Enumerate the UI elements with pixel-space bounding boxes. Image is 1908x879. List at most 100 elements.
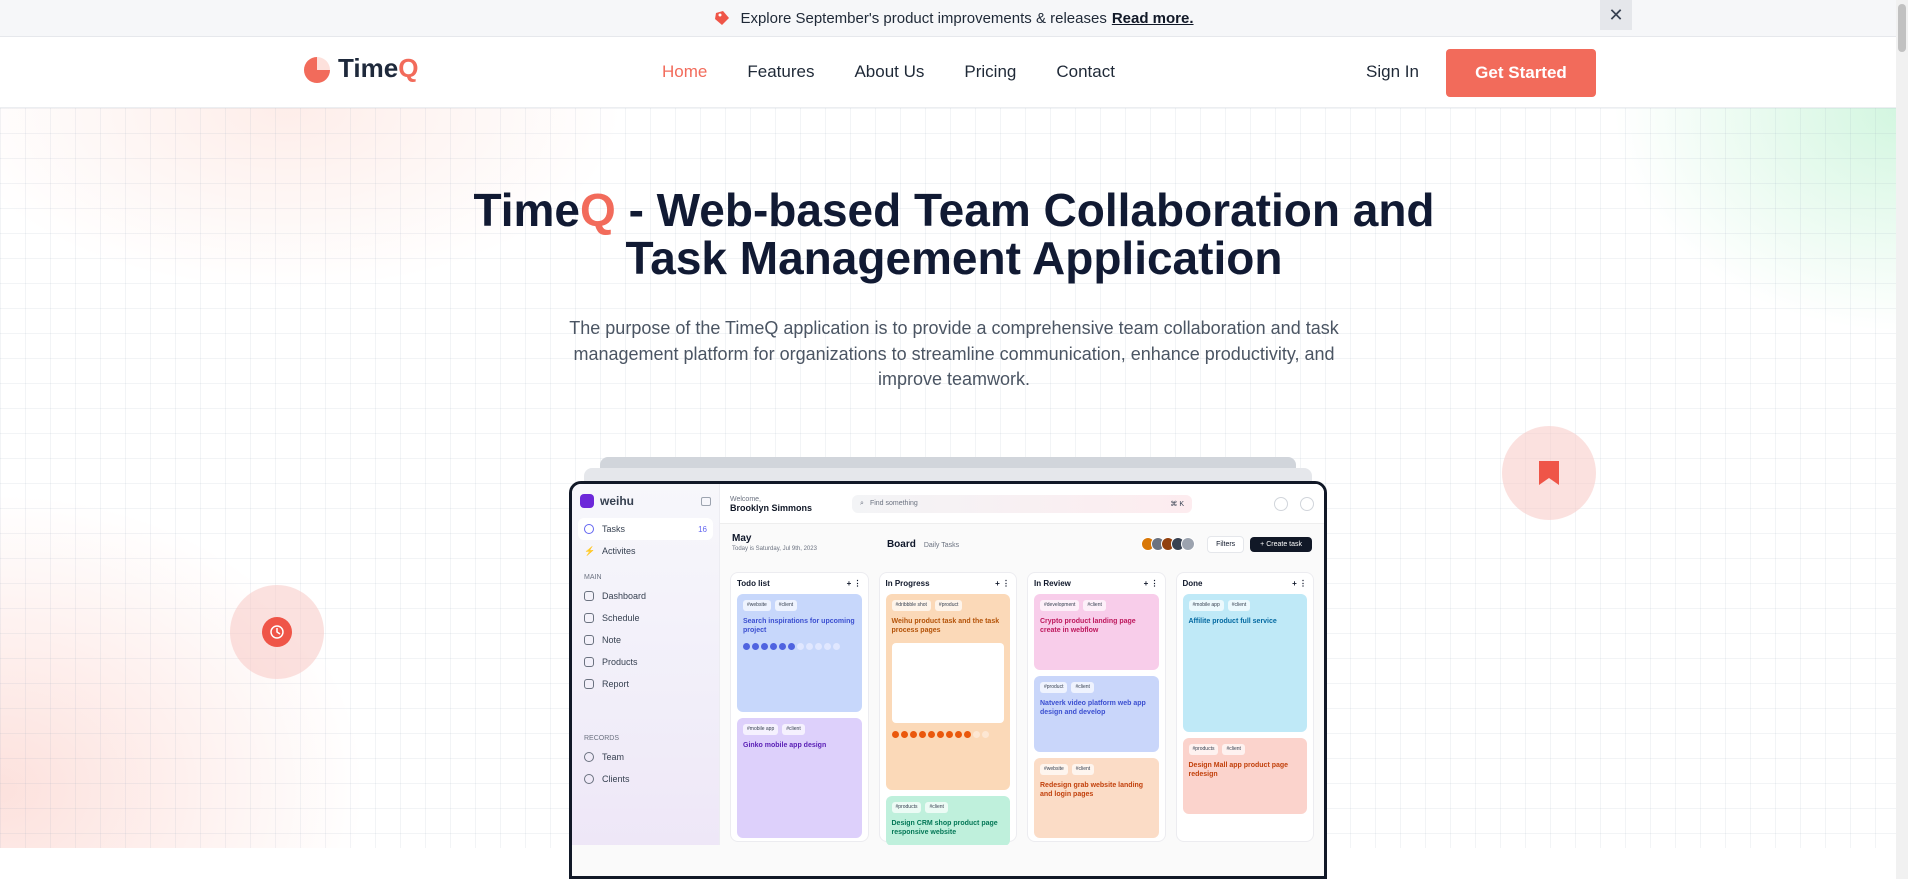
preview-sidebar-label: Note xyxy=(602,635,622,645)
board-column: Todo list + ⋮ #website #client Search insp… xyxy=(730,572,869,842)
search-icon: ⌕ xyxy=(860,499,864,507)
preview-sidebar-section-records: RECORDS xyxy=(584,735,620,742)
preview-sidebar-label: Schedule xyxy=(602,613,640,623)
weihu-logo-icon xyxy=(580,494,594,508)
brand-logo[interactable]: Time Q xyxy=(302,53,418,84)
card-title: Weihu product task and the task process … xyxy=(891,618,1000,634)
preview-sidebar-item-activites: ⚡ Activites xyxy=(572,540,719,562)
card-title: Redesign grab website landing and login … xyxy=(1040,782,1144,798)
card-tag: #dribbble shot xyxy=(891,600,931,611)
page-scrollbar[interactable] xyxy=(1896,0,1908,879)
check-circle-icon xyxy=(584,524,594,534)
card-tag: #product xyxy=(1040,682,1068,693)
hero-subtitle: The purpose of the TimeQ application is … xyxy=(569,318,1339,389)
preview-avatars xyxy=(1141,537,1196,551)
nav-home[interactable]: Home xyxy=(662,62,707,82)
preview-sidebar-label: Report xyxy=(602,679,630,689)
column-title: In Progress xyxy=(885,579,930,588)
note-icon xyxy=(584,635,594,645)
lightning-icon: ⚡ xyxy=(584,546,596,556)
card-tag: #product xyxy=(934,600,963,611)
avatar xyxy=(1181,537,1196,551)
collapse-sidebar-icon xyxy=(701,496,711,506)
sign-in-link[interactable]: Sign In xyxy=(1366,62,1419,82)
preview-create-task-button: + Create task xyxy=(1250,536,1312,552)
board-column: Done + ⋮ #mobile app #client Affilite prod… xyxy=(1175,572,1314,842)
announcement-text: Explore September's product improvements… xyxy=(740,9,1107,27)
card-tag: #website xyxy=(743,600,771,611)
card-title: Natverk video platform web app design an… xyxy=(1040,700,1146,716)
preview-sidebar-item-products: Products xyxy=(572,651,719,673)
board-column: In Review + ⋮ #development #client Crypto … xyxy=(1027,572,1166,842)
task-card: #website #client Redesign grab website la… xyxy=(1034,758,1159,838)
clock-icon xyxy=(262,617,292,647)
column-actions-icon: + ⋮ xyxy=(846,579,862,588)
nav-menu: Home Features About Us Pricing Contact xyxy=(662,62,1115,82)
task-card: #products #client Design CRM shop product… xyxy=(885,796,1010,846)
card-tag: #client xyxy=(1071,764,1095,775)
hero-title-line2: Task Management Application xyxy=(625,232,1283,284)
column-header: Done + ⋮ xyxy=(1183,579,1308,594)
close-announcement-button[interactable]: ✕ xyxy=(1600,0,1632,30)
hero-title: TimeQ - Web-based Team Collaboration and… xyxy=(354,186,1554,282)
preview-board-title: Board Daily Tasks xyxy=(887,539,959,550)
preview-tasks-count: 16 xyxy=(698,524,707,534)
preview-month: May Today is Saturday, Jul 9th, 2023 xyxy=(732,533,817,555)
announcement-bar: Explore September's product improvements… xyxy=(0,0,1908,37)
card-tag: #products xyxy=(891,802,922,813)
nav-features[interactable]: Features xyxy=(747,62,814,82)
column-header: In Progress + ⋮ xyxy=(886,579,1011,594)
brand-name: Time xyxy=(338,53,399,83)
column-header: In Review + ⋮ xyxy=(1034,579,1159,594)
card-tag: #client xyxy=(1083,600,1106,611)
preview-filters-button: Filters xyxy=(1207,535,1245,553)
preview-board-view: Daily Tasks xyxy=(923,541,960,549)
column-actions-icon: + ⋮ xyxy=(995,579,1010,588)
card-title: Search inspirations for upcoming project xyxy=(743,618,855,634)
preview-brand-name: weihu xyxy=(600,494,635,508)
hero-title-brand: Time xyxy=(473,184,581,236)
nav-contact[interactable]: Contact xyxy=(1056,62,1115,82)
task-card: #dribbble shot #product Weihu product tas… xyxy=(885,594,1010,790)
card-title: Ginko mobile app design xyxy=(743,742,827,749)
preview-sidebar-item-schedule: Schedule xyxy=(572,607,719,629)
hero-title-q: Q xyxy=(580,184,616,236)
clock-bubble xyxy=(230,585,324,679)
preview-sidebar-item-report: Report xyxy=(572,673,719,695)
nav-about-us[interactable]: About Us xyxy=(854,62,924,82)
nav-pricing[interactable]: Pricing xyxy=(964,62,1016,82)
brand-q: Q xyxy=(398,53,419,83)
task-card: #development #client Crypto product landi… xyxy=(1034,594,1159,670)
preview-sidebar-label: Clients xyxy=(602,774,630,784)
card-tag: #client xyxy=(925,802,948,813)
main-navbar: Time Q Home Features About Us Pricing Con… xyxy=(0,37,1908,108)
card-tag: #products xyxy=(1188,744,1219,755)
hero-section: TimeQ - Web-based Team Collaboration and… xyxy=(0,108,1908,848)
column-header: Todo list + ⋮ xyxy=(737,579,862,594)
get-started-button[interactable]: Get Started xyxy=(1446,49,1596,97)
preview-board-label: Board xyxy=(886,538,916,550)
preview-main: Welcome, Brooklyn Simmons ⌕ Find something… xyxy=(720,484,1324,848)
card-tag: #client xyxy=(782,724,805,735)
task-card: #website #client Search inspirations for … xyxy=(737,594,862,712)
column-actions-icon: + ⋮ xyxy=(1143,579,1159,588)
preview-welcome: Welcome, Brooklyn Simmons xyxy=(730,495,812,513)
card-title: Design CRM shop product page responsive … xyxy=(891,820,998,836)
task-card: #products #client Design Mall app product… xyxy=(1182,738,1307,814)
calendar-icon xyxy=(584,613,594,623)
preview-date: Today is Saturday, Jul 9th, 2023 xyxy=(732,546,817,552)
preview-boardbar: May Today is Saturday, Jul 9th, 2023 Boar… xyxy=(720,524,1324,564)
preview-sidebar-label: Activites xyxy=(602,546,636,556)
scrollbar-thumb[interactable] xyxy=(1898,4,1906,52)
read-more-link[interactable]: Read more. xyxy=(1112,10,1194,27)
preview-sidebar-label: Team xyxy=(602,752,625,762)
preview-sidebar-label: Dashboard xyxy=(602,591,647,601)
preview-sidebar-item-dashboard: Dashboard xyxy=(572,585,719,607)
preview-sidebar-section-main: MAIN xyxy=(584,574,602,581)
column-actions-icon: + ⋮ xyxy=(1292,579,1307,588)
column-title: In Review xyxy=(1034,579,1071,588)
preview-sidebar: weihu Tasks 16 ⚡ Activites MAIN Dashboard … xyxy=(572,484,720,848)
preview-topbar: Welcome, Brooklyn Simmons ⌕ Find something… xyxy=(720,484,1324,524)
preview-month-label: May xyxy=(732,533,752,544)
card-tag: #development xyxy=(1040,600,1080,611)
